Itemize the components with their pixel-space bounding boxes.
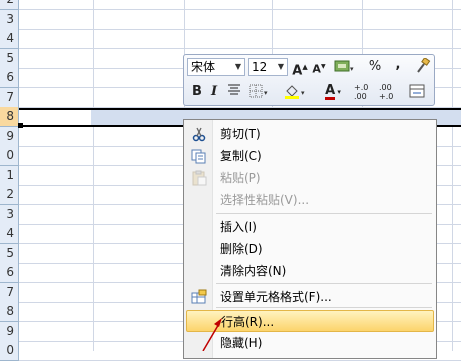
increase-decimal-button[interactable]: +.0 .00	[354, 83, 376, 101]
menu-item[interactable]: 行高(R)...	[186, 310, 434, 332]
font-color-icon: A	[325, 83, 336, 100]
paste-icon	[191, 170, 207, 186]
bold-button[interactable]: B	[190, 83, 204, 101]
row-gridline	[19, 29, 461, 30]
row-header[interactable]: 4	[0, 224, 19, 244]
row-header[interactable]: 0	[0, 146, 19, 166]
menu-item: 选择性粘贴(V)...	[186, 189, 434, 211]
merge-center-button[interactable]	[408, 83, 426, 101]
menu-item-label: 选择性粘贴(V)...	[220, 193, 310, 207]
row-header[interactable]: 4	[0, 29, 19, 49]
shrink-font-button[interactable]: A▼	[312, 58, 326, 76]
row-header[interactable]: 2	[0, 0, 19, 10]
menu-item-label: 设置单元格格式(F)...	[220, 290, 332, 304]
font-size-combo[interactable]: 12 ▼	[248, 58, 288, 76]
svg-text:▾: ▾	[350, 65, 354, 73]
row-header[interactable]: 5	[0, 49, 19, 69]
menu-item[interactable]: 删除(D)	[186, 238, 434, 260]
menu-item-label: 行高(R)...	[221, 315, 275, 329]
font-size-value: 12	[252, 60, 268, 74]
grow-font-icon: A	[292, 63, 303, 79]
row-header[interactable]: 8	[0, 302, 19, 322]
scissors-icon	[191, 126, 207, 142]
format-cells-icon	[191, 289, 207, 305]
chevron-down-icon[interactable]: ▼	[275, 59, 287, 75]
menu-item-label: 插入(I)	[220, 220, 257, 234]
font-name-value: 宋体	[191, 60, 216, 74]
row-header[interactable]: 1	[0, 166, 19, 186]
column-gridline	[93, 0, 94, 351]
fill-handle[interactable]	[18, 123, 23, 128]
menu-item: 粘贴(P)	[186, 167, 434, 189]
row-header[interactable]: 9	[0, 322, 19, 342]
row-header[interactable]: 9	[0, 127, 19, 147]
fill-color-button[interactable]: ▾	[282, 83, 310, 101]
context-menu: 剪切(T) 复制(C) 粘贴(P) 选择性粘贴(V)... 插入(I) 删除(D) 清除内容…	[183, 119, 437, 359]
align-center-icon	[228, 84, 240, 95]
menu-item-label: 清除内容(N)	[220, 264, 287, 278]
row-header[interactable]: 5	[0, 244, 19, 264]
italic-icon: I	[210, 84, 218, 99]
row-header[interactable]: 8	[0, 107, 19, 127]
grow-font-button[interactable]: A▲	[292, 58, 308, 79]
row-gridline	[19, 48, 461, 49]
menu-item[interactable]: 设置单元格格式(F)...	[186, 286, 434, 308]
menu-item-label: 剪切(T)	[220, 127, 261, 141]
percent-button[interactable]: %	[368, 58, 382, 76]
menu-item-label: 复制(C)	[220, 149, 262, 163]
center-align-button[interactable]	[226, 83, 242, 101]
copy-icon	[191, 148, 207, 164]
fill-color-icon: ▾	[285, 85, 305, 99]
column-gridline	[452, 0, 453, 351]
svg-text:▾: ▾	[301, 89, 305, 97]
row-header[interactable]: 7	[0, 88, 19, 108]
row-gridline	[19, 9, 461, 10]
bold-icon: B	[192, 84, 202, 99]
row-header[interactable]: 6	[0, 68, 19, 88]
borders-button[interactable]: ▾	[248, 83, 272, 101]
menu-separator	[216, 283, 432, 284]
row-header[interactable]: 6	[0, 263, 19, 283]
menu-item-label: 粘贴(P)	[220, 171, 261, 185]
decrease-decimal-button[interactable]: .00 +.0	[379, 83, 401, 101]
italic-button[interactable]: I	[208, 83, 220, 101]
borders-icon: ▾	[249, 84, 268, 98]
merge-cells-icon	[409, 84, 425, 98]
format-painter-icon	[417, 56, 431, 73]
comma-icon: ,	[395, 57, 401, 72]
font-name-combo[interactable]: 宋体 ▼	[187, 58, 245, 76]
mini-toolbar: 宋体 ▼ 12 ▼ A▲ A▼ ▾ % , B I ▾ ▾ A ▾ +.0 .0…	[183, 54, 435, 106]
row-header[interactable]: 3	[0, 10, 19, 30]
percent-icon: %	[368, 59, 382, 74]
format-painter-button[interactable]	[414, 56, 432, 76]
chevron-down-icon[interactable]: ▼	[232, 59, 244, 75]
currency-icon: ▾	[334, 60, 354, 73]
menu-separator	[216, 213, 432, 214]
row-header[interactable]: 7	[0, 283, 19, 303]
menu-item-label: 删除(D)	[220, 242, 263, 256]
shrink-font-icon: A	[312, 62, 321, 76]
svg-text:▾: ▾	[264, 89, 268, 97]
row-header[interactable]: 2	[0, 185, 19, 205]
row-header[interactable]: 0	[0, 341, 19, 361]
font-color-button[interactable]: A ▾	[320, 82, 346, 100]
menu-item[interactable]: 剪切(T)	[186, 123, 434, 145]
active-cell[interactable]	[19, 110, 91, 125]
menu-item[interactable]: 复制(C)	[186, 145, 434, 167]
accounting-format-button[interactable]: ▾	[332, 58, 356, 76]
increase-decimal-icon: +.0 .00	[354, 83, 369, 101]
comma-button[interactable]: ,	[392, 56, 404, 74]
menu-item[interactable]: 插入(I)	[186, 216, 434, 238]
menu-item[interactable]: 清除内容(N)	[186, 260, 434, 282]
row-header[interactable]: 3	[0, 205, 19, 225]
decrease-decimal-icon: .00 +.0	[379, 83, 394, 101]
